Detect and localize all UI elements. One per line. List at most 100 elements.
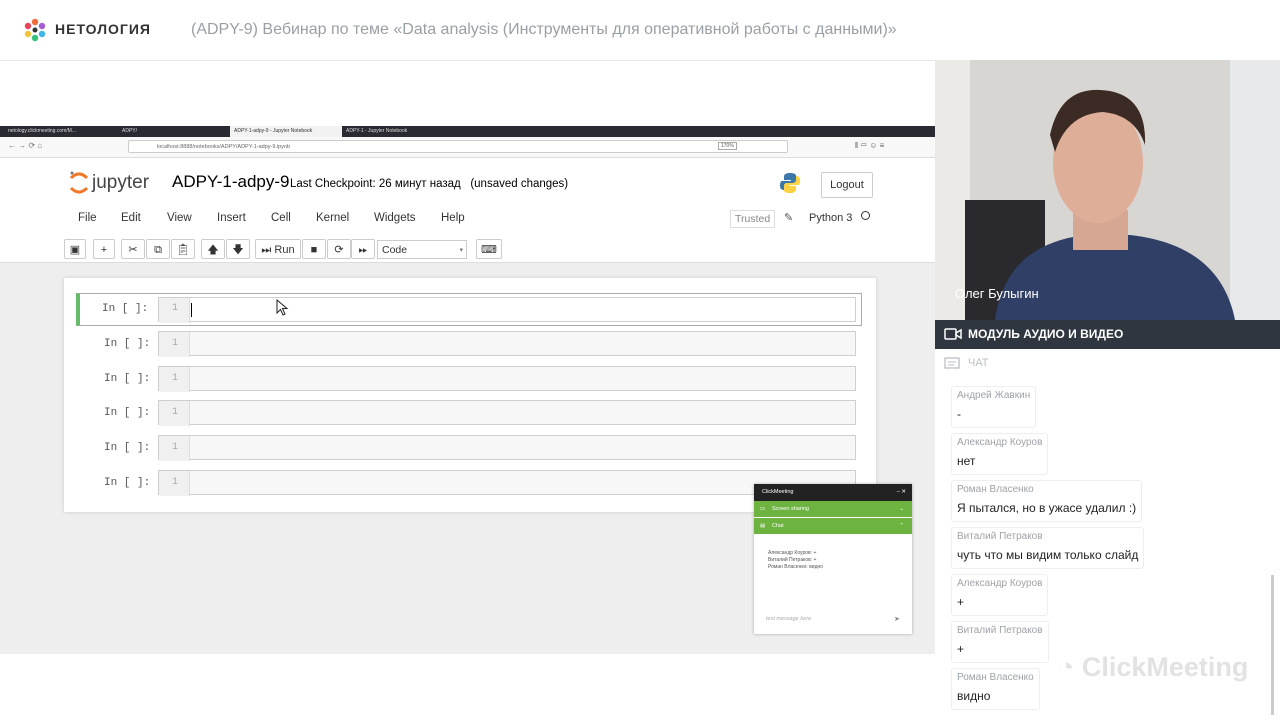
notebook-area: In [ ]: 1 In [ ]: 1 In [ ]: 1 In [ ]: 1: [64, 278, 876, 512]
notebook-cell-selected[interactable]: In [ ]: 1: [76, 293, 862, 326]
back-forward-icon[interactable]: ← → ⟳ ⌂: [8, 141, 42, 150]
restart-icon[interactable]: ⟳: [327, 239, 351, 259]
copy-icon[interactable]: ⧉: [146, 239, 170, 259]
browser-tab[interactable]: ADPY/: [118, 126, 230, 137]
menu-help[interactable]: Help: [441, 212, 465, 224]
menu-kernel[interactable]: Kernel: [316, 212, 349, 224]
cell-input[interactable]: [158, 435, 856, 461]
message-text: +: [957, 595, 965, 609]
notebook-title[interactable]: ADPY-1-adpy-9: [172, 172, 290, 192]
menu-file[interactable]: File: [78, 212, 97, 224]
cell-input[interactable]: [158, 297, 856, 323]
line-number: 1: [172, 407, 179, 418]
message-author: Виталий Петраков: [957, 625, 1043, 636]
url-input[interactable]: localhost:8888/notebooks/ADPY/ADPY-1-adp…: [128, 140, 788, 153]
screen-sharing-row[interactable]: ▭ Screen sharing ⌄: [754, 501, 912, 517]
clickmeeting-logo-icon: ◔: [1058, 652, 1075, 682]
notebook-cell[interactable]: In [ ]: 1: [78, 400, 862, 427]
chat-section-label: ЧАТ: [968, 357, 989, 369]
add-cell-icon[interactable]: +: [93, 239, 115, 259]
menu-cell[interactable]: Cell: [271, 212, 291, 224]
send-icon[interactable]: ➤: [894, 615, 900, 623]
cell-input[interactable]: [158, 331, 856, 357]
line-number: 1: [172, 477, 179, 488]
speaker-name: Олег Булыгин: [955, 286, 1039, 301]
line-number: 1: [172, 442, 179, 453]
minimize-close-icon[interactable]: – ✕: [897, 484, 906, 501]
message-text: Я пытался, но в ужасе удалил :): [957, 501, 1137, 515]
message-author: Александр Коуров: [957, 437, 1043, 448]
screen-sharing-label: Screen sharing: [772, 506, 809, 512]
shared-screen: netology.clickmeeting.com/M... ADPY/ ADP…: [0, 126, 935, 654]
chat-icon: ▤: [760, 523, 766, 529]
webinar-title: (ADPY-9) Вебинар по теме «Data analysis …: [191, 21, 897, 38]
cell-input[interactable]: [158, 366, 856, 392]
zoom-level[interactable]: 170%: [718, 142, 737, 150]
menu-view[interactable]: View: [167, 212, 192, 224]
message-text: +: [957, 642, 965, 656]
chat-label: Chat: [772, 523, 784, 529]
netology-logo-icon: [24, 18, 46, 42]
chat-message: Александр Коуров нет: [951, 433, 1049, 475]
fast-forward-icon[interactable]: ⏩︎: [351, 239, 375, 259]
chat-row[interactable]: ▤ Chat ⌃: [754, 518, 912, 534]
message-text: нет: [957, 454, 976, 468]
browser-tab[interactable]: ADPY-1 - Jupyter Notebook: [342, 126, 438, 137]
chat-scrollbar[interactable]: [1271, 575, 1274, 715]
checkpoint-status: Last Checkpoint: 26 минут назад (unsaved…: [290, 178, 568, 190]
kernel-name[interactable]: Python 3: [809, 212, 852, 224]
video-camera-icon: [944, 328, 962, 340]
trusted-badge[interactable]: Trusted: [730, 210, 776, 228]
save-icon[interactable]: ▣: [64, 239, 86, 259]
notebook-cell[interactable]: In [ ]: 1: [78, 435, 862, 462]
cm-chat-line: Александр Коуров: +: [768, 550, 817, 556]
cell-prompt: In [ ]:: [102, 303, 149, 315]
chat-message: Андрей Жавкин -: [951, 386, 1037, 428]
notebook-cell[interactable]: In [ ]: 1: [78, 470, 862, 497]
cm-chat-line: Виталий Петраков: +: [768, 557, 817, 563]
chevron-up-icon: ⌃: [899, 523, 904, 529]
notebook-cell[interactable]: In [ ]: 1: [78, 331, 862, 358]
mouse-pointer-icon: [276, 299, 289, 316]
message-text: чуть что мы видим только слайд: [957, 548, 1139, 562]
clickmeeting-mini-widget: ClickMeeting – ✕ ▭ Screen sharing ⌄ ▤ Ch…: [754, 484, 912, 634]
line-number: 1: [172, 373, 179, 384]
edit-pencil-icon[interactable]: ✎: [784, 211, 793, 224]
message-author: Роман Власенко: [957, 672, 1034, 683]
cell-input[interactable]: [158, 470, 856, 496]
checkpoint-text: Last Checkpoint: 26 минут назад: [290, 178, 461, 190]
run-button[interactable]: ⏭︎ Run: [255, 239, 301, 259]
move-up-icon[interactable]: 🡅︎: [201, 239, 225, 259]
cm-message-input[interactable]: text message here: [766, 616, 811, 622]
line-number: 1: [172, 303, 179, 314]
notebook-cell[interactable]: In [ ]: 1: [78, 366, 862, 393]
menu-edit[interactable]: Edit: [121, 212, 141, 224]
logout-button[interactable]: Logout: [821, 172, 873, 198]
jupyter-menubar: File Edit View Insert Cell Kernel Widget…: [0, 205, 935, 235]
paste-icon[interactable]: 📋︎: [171, 239, 195, 259]
menu-widgets[interactable]: Widgets: [374, 212, 416, 224]
chevron-down-icon: ⌄: [899, 506, 904, 512]
keyboard-icon[interactable]: ⌨: [476, 239, 502, 259]
stop-icon[interactable]: ■: [302, 239, 326, 259]
text-cursor: [191, 303, 192, 317]
chat-message: Александр Коуров +: [951, 574, 1049, 616]
move-down-icon[interactable]: 🡇︎: [226, 239, 250, 259]
message-text: -: [957, 407, 961, 421]
cell-prompt: In [ ]:: [104, 407, 151, 419]
cell-prompt: In [ ]:: [104, 338, 151, 350]
browser-tab-active[interactable]: ADPY-1-adpy-9 - Jupyter Notebook: [230, 126, 342, 137]
cm-chat-line: Роман Власенко: видно: [768, 564, 824, 570]
cut-icon[interactable]: ✂: [121, 239, 145, 259]
menu-insert[interactable]: Insert: [217, 212, 246, 224]
message-author: Роман Власенко: [957, 484, 1034, 495]
cell-type-select[interactable]: Code ▾: [377, 240, 467, 259]
python-logo-icon: [780, 173, 800, 193]
chevron-down-icon: ▾: [459, 247, 463, 254]
message-text: видно: [957, 689, 991, 703]
cell-input[interactable]: [158, 400, 856, 426]
chat-icon: [944, 357, 960, 369]
browser-tools-icon[interactable]: ⫴ ▭ ☺ ≡: [855, 141, 884, 151]
browser-tab[interactable]: netology.clickmeeting.com/M...: [4, 126, 118, 137]
cm-widget-title: ClickMeeting: [762, 489, 794, 495]
